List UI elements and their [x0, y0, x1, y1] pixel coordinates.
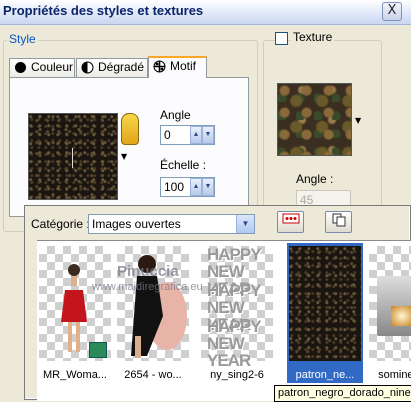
ny-text-line: HAPPY	[207, 281, 262, 300]
woman-red-dress-image	[61, 264, 87, 352]
pattern-caption: ny_sing2-6	[210, 369, 264, 381]
tab-motif[interactable]: Motif	[148, 56, 207, 78]
pattern-thumbnail	[289, 246, 361, 361]
hand-pointer-icon	[121, 113, 139, 145]
texture-angle-label: Angle :	[296, 172, 334, 186]
copy-button[interactable]	[325, 211, 352, 233]
pattern-caption: MR_Woma...	[43, 369, 107, 381]
style-group-label: Style	[7, 32, 38, 46]
category-value: Images ouvertes	[92, 217, 181, 231]
options-button[interactable]	[277, 211, 304, 233]
tab-motif-label: Motif	[170, 59, 197, 73]
pattern-thumbnail	[369, 246, 411, 361]
texture-dropdown-arrow[interactable]: ▼	[355, 116, 361, 125]
tab-degrade[interactable]: Dégradé	[76, 58, 148, 77]
pattern-item[interactable]: MR_Woma...	[37, 243, 113, 383]
pattern-thumbnail: HAPPY NEW YEAR HAPPY NEW YEAR HAPPY NEW …	[201, 245, 273, 369]
ny-text-line: NEW YEAR	[207, 334, 251, 370]
tab-couleur[interactable]: Couleur	[9, 58, 75, 77]
pattern-item-selected[interactable]: patron_ne...	[287, 243, 363, 383]
scale-up-button[interactable]: ▲	[190, 178, 202, 196]
pattern-caption: 2654 - wo...	[124, 369, 182, 381]
gradient-circle-icon	[81, 61, 95, 75]
copy-icon	[332, 213, 345, 227]
close-button[interactable]: X	[382, 2, 402, 21]
angle-spinner[interactable]: 0 ▲ ▼	[160, 125, 215, 145]
watermark-title: Pinuccia	[117, 263, 179, 280]
angle-down-button[interactable]: ▼	[202, 126, 214, 144]
pattern-dropdown-arrow[interactable]: ▼	[121, 152, 127, 161]
texture-preview[interactable]	[277, 83, 352, 156]
pattern-picker-popup: Catégorie : Images ouvertes ▼ MR_Woma...	[24, 205, 411, 401]
angle-up-button[interactable]: ▲	[190, 126, 202, 144]
ny-text-line: HAPPY	[207, 317, 262, 336]
pattern-item[interactable]: somine tub	[367, 243, 411, 383]
title-bar: Propriétés des styles et textures X	[0, 0, 411, 25]
angle-value: 0	[164, 128, 171, 142]
window-title: Propriétés des styles et textures	[3, 3, 204, 18]
options-icon	[282, 213, 299, 224]
gift-box-icon	[89, 342, 107, 358]
scale-value: 100	[164, 180, 185, 194]
scale-down-button[interactable]: ▼	[202, 178, 214, 196]
chevron-down-icon: ▼	[236, 215, 254, 233]
pattern-circle-icon	[153, 60, 167, 74]
pattern-center-marker	[72, 148, 77, 168]
ny-text-line: HAPPY	[207, 245, 262, 264]
tab-couleur-label: Couleur	[31, 60, 74, 74]
pattern-grid: MR_Woma... 2654 - wo... HAPPY NEW YEAR H…	[37, 240, 411, 401]
pattern-caption: somine tub	[378, 369, 411, 381]
watermark-url: www.maidiregrafica.eu	[92, 281, 203, 293]
scale-label: Échelle :	[160, 158, 207, 172]
category-select[interactable]: Images ouvertes ▼	[88, 214, 255, 234]
fire-glow	[391, 306, 411, 326]
pattern-thumbnail	[39, 246, 111, 361]
texture-label: Texture	[291, 30, 335, 44]
tooltip: patron_negro_dorado_nine	[274, 385, 411, 402]
color-circle-icon	[14, 61, 28, 75]
scale-spinner[interactable]: 100 ▲ ▼	[160, 177, 215, 197]
pattern-caption: patron_ne...	[295, 369, 355, 381]
category-label: Catégorie :	[31, 217, 90, 231]
pattern-item[interactable]: HAPPY NEW YEAR HAPPY NEW YEAR HAPPY NEW …	[199, 243, 275, 383]
texture-checkbox[interactable]	[275, 32, 288, 45]
tab-degrade-label: Dégradé	[98, 60, 145, 74]
angle-label: Angle	[160, 108, 191, 122]
pattern-preview[interactable]	[28, 113, 118, 200]
